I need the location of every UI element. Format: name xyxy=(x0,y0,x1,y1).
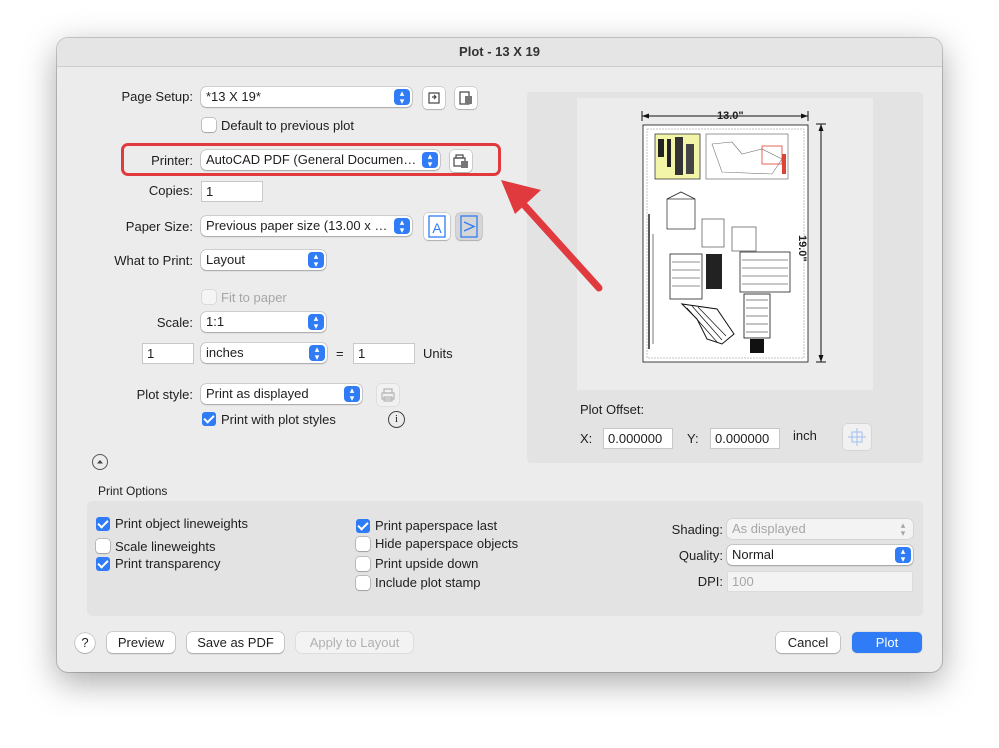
print-lineweights-checkbox[interactable] xyxy=(96,517,110,531)
dpi-label: DPI: xyxy=(697,574,723,589)
hide-paperspace-checkbox[interactable] xyxy=(356,537,370,551)
chevron-updown-icon: ▴ ▾ xyxy=(900,520,906,538)
help-button[interactable]: ? xyxy=(75,633,95,653)
plot-dialog: Plot - 13 X 19 Page Setup: *13 X 19* ▴ ▾ … xyxy=(57,38,942,672)
hide-paperspace-label: Hide paperspace objects xyxy=(375,536,519,551)
chevron-updown-icon: ▴ ▾ xyxy=(895,547,911,564)
preview-button[interactable]: Preview xyxy=(107,632,175,653)
scale-lineweights-checkbox[interactable] xyxy=(96,539,110,553)
print-lineweights-label: Print object lineweights xyxy=(115,516,248,531)
paperspace-last-checkbox[interactable] xyxy=(356,519,370,533)
dpi-input[interactable]: 100 xyxy=(727,571,913,592)
plot-stamp-label: Include plot stamp xyxy=(375,575,481,590)
upside-down-label: Print upside down xyxy=(375,556,479,571)
save-as-pdf-button[interactable]: Save as PDF xyxy=(187,632,284,653)
scale-lineweights-label: Scale lineweights xyxy=(115,539,216,554)
upside-down-checkbox[interactable] xyxy=(356,557,370,571)
print-transparency-label: Print transparency xyxy=(115,556,221,571)
shading-label: Shading: xyxy=(671,522,723,537)
print-transparency-checkbox[interactable] xyxy=(96,557,110,571)
apply-to-layout-button[interactable]: Apply to Layout xyxy=(296,632,413,653)
plot-button[interactable]: Plot xyxy=(852,632,922,653)
cancel-button[interactable]: Cancel xyxy=(776,632,840,653)
print-options-title: Print Options xyxy=(98,484,168,498)
shading-select[interactable]: As displayed ▴ ▾ xyxy=(727,519,913,539)
quality-select[interactable]: Normal ▴ ▾ xyxy=(727,545,913,565)
paperspace-last-label: Print paperspace last xyxy=(375,518,498,533)
print-options-panel: Print object lineweights Scale lineweigh… xyxy=(87,501,923,616)
plot-stamp-checkbox[interactable] xyxy=(356,576,370,590)
quality-label: Quality: xyxy=(678,548,723,563)
